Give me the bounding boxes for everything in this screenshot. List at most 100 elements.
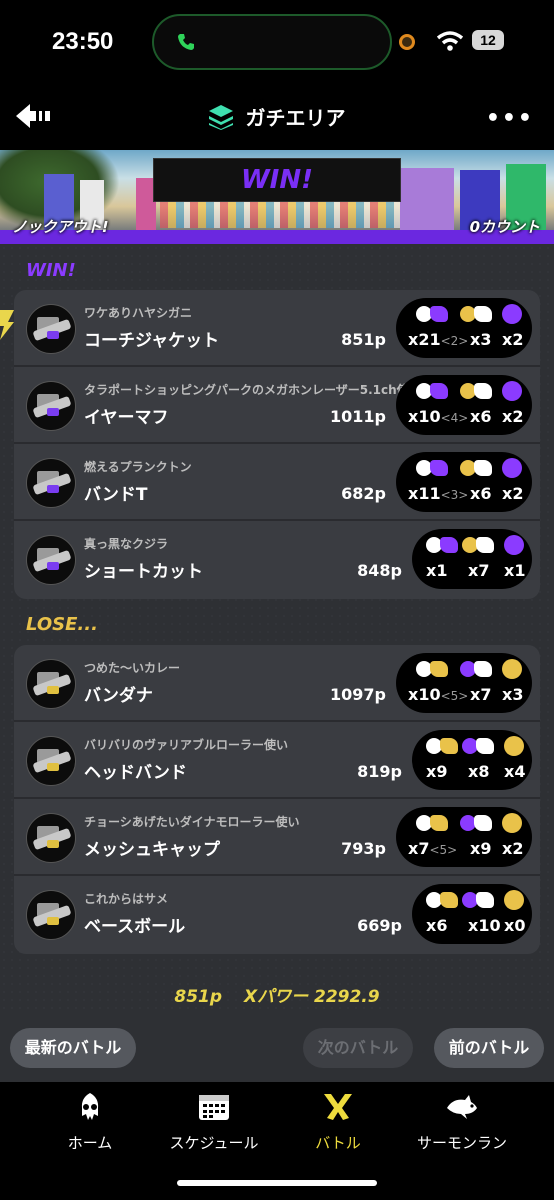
splat-icon	[426, 890, 460, 910]
player-name: イヤーマフ	[84, 408, 169, 428]
phone-icon	[178, 34, 194, 50]
death-icon	[462, 890, 496, 910]
result-text: WIN!	[241, 165, 313, 195]
x-power: Xパワー 2292.9	[243, 987, 380, 1007]
splat-zones-icon	[209, 104, 234, 130]
special-count: x4	[504, 762, 526, 781]
status-bar: 23:50 12	[0, 0, 554, 88]
special-icon	[494, 813, 528, 833]
lose-team-list: つめた〜いカレー バンダナ 1097p x10<5> x7 x3 バリバリのヴァ…	[14, 645, 540, 954]
tab-schedule[interactable]: スケジュール	[154, 1092, 274, 1153]
death-count: x6	[470, 407, 492, 426]
count-caption: 0カウント	[469, 218, 540, 236]
battery-indicator: 12	[472, 30, 504, 50]
tab-salmon-run[interactable]: サーモンラン	[402, 1092, 522, 1153]
result-box: WIN!	[153, 158, 401, 202]
player-row[interactable]: 真っ黒なクジラ ショートカット 848p x1 x7 x1	[14, 521, 540, 598]
calendar-icon	[199, 1095, 229, 1120]
win-team-list: ワケありハヤシガニ コーチジャケット 851p x21<2> x3 x2 タラポ…	[14, 290, 540, 599]
death-icon	[462, 736, 496, 756]
tab-label: スケジュール	[169, 1134, 259, 1152]
special-count: x2	[502, 484, 524, 503]
previous-battle-button[interactable]: 前のバトル	[434, 1028, 544, 1068]
self-marker-icon	[0, 310, 14, 340]
turf-points: 682p	[341, 484, 386, 503]
weapon-icon	[26, 535, 76, 585]
player-name: ショートカット	[84, 562, 203, 582]
player-title: 燃えるプランクトン	[84, 460, 192, 474]
player-stats: x9 x8 x4	[412, 730, 532, 790]
splat-icon	[416, 304, 450, 324]
special-icon	[496, 736, 530, 756]
assist-count: <5>	[429, 843, 458, 857]
death-count: x9	[470, 839, 492, 858]
dynamic-island[interactable]	[152, 14, 392, 70]
player-name: バンドT	[84, 485, 148, 505]
death-count: x8	[468, 762, 490, 781]
splat-icon	[416, 659, 450, 679]
weapon-icon	[26, 458, 76, 508]
death-icon	[460, 458, 494, 478]
player-row[interactable]: バリバリのヴァリアブルローラー使い ヘッドバンド 819p x9 x8 x4	[14, 722, 540, 799]
salmon-icon	[447, 1095, 477, 1119]
player-row[interactable]: つめた〜いカレー バンダナ 1097p x10<5> x7 x3	[14, 645, 540, 722]
player-row[interactable]: チョーシあげたいダイナモローラー使い メッシュキャップ 793p x7<5> x…	[14, 799, 540, 876]
player-row[interactable]: タラポートショッピングパークのメガホンレーザー5.1ch使い イヤーマフ 101…	[14, 367, 540, 444]
recording-indicator	[399, 34, 415, 50]
splat-icon	[416, 381, 450, 401]
player-title: チョーシあげたいダイナモローラー使い	[84, 815, 300, 829]
turf-points: 851p	[341, 330, 386, 349]
player-row[interactable]: これからはサメ ベースボール 669p x6 x10 x0	[14, 876, 540, 953]
player-row[interactable]: 燃えるプランクトン バンドT 682p x11<3> x6 x2	[14, 444, 540, 521]
special-icon	[494, 458, 528, 478]
battle-summary: 851p Xパワー 2292.9	[0, 982, 554, 1007]
squid-icon	[81, 1093, 99, 1120]
tab-label: サーモンラン	[416, 1134, 507, 1152]
assist-count: <2>	[440, 334, 469, 348]
weapon-icon	[26, 304, 76, 354]
more-options-button[interactable]: •••	[486, 106, 534, 131]
turf-points: 1011p	[330, 407, 386, 426]
splat-icon	[426, 736, 460, 756]
latest-battle-button[interactable]: 最新のバトル	[10, 1028, 136, 1068]
death-count: x7	[470, 685, 492, 704]
win-section-label: WIN!	[26, 260, 76, 281]
battle-result-banner: WIN! ノックアウト! 0カウント	[0, 150, 554, 244]
turf-points: 819p	[357, 762, 402, 781]
weapon-icon	[26, 381, 76, 431]
weapon-icon	[26, 736, 76, 786]
player-title: バリバリのヴァリアブルローラー使い	[84, 738, 289, 752]
tab-home[interactable]: ホーム	[30, 1092, 150, 1153]
kill-count: x10	[408, 407, 441, 426]
page-title: ガチエリア	[245, 106, 346, 130]
special-count: x2	[502, 330, 524, 349]
knockout-caption: ノックアウト!	[12, 218, 109, 236]
kill-count: x1	[426, 561, 448, 580]
wifi-icon	[437, 31, 463, 51]
death-count: x10	[468, 916, 501, 935]
turf-points: 793p	[341, 839, 386, 858]
splat-icon	[416, 813, 450, 833]
splat-icon	[426, 535, 460, 555]
special-count: x2	[502, 839, 524, 858]
weapon-icon	[26, 890, 76, 940]
battle-detail: WIN! ワケありハヤシガニ コーチジャケット 851p x21<2> x3 x…	[0, 244, 554, 1014]
turf-points: 1097p	[330, 685, 386, 704]
turf-points: 669p	[357, 916, 402, 935]
special-icon	[494, 304, 528, 324]
next-battle-button[interactable]: 次のバトル	[303, 1028, 413, 1068]
tab-label: ホーム	[67, 1134, 113, 1152]
player-stats: x11<3> x6 x2	[396, 452, 532, 512]
my-points: 851p	[174, 987, 223, 1007]
navigation-bar: ガチエリア •••	[0, 88, 554, 148]
player-name: バンダナ	[84, 686, 153, 706]
death-icon	[460, 813, 494, 833]
player-title: ワケありハヤシガニ	[84, 306, 193, 320]
player-row[interactable]: ワケありハヤシガニ コーチジャケット 851p x21<2> x3 x2	[14, 290, 540, 367]
tab-battle[interactable]: バトル	[278, 1092, 398, 1153]
special-count: x1	[504, 561, 526, 580]
assist-count: <3>	[440, 488, 469, 502]
kill-count: x9	[426, 762, 448, 781]
player-stats: x10<5> x7 x3	[396, 653, 532, 713]
player-stats: x7<5> x9 x2	[396, 807, 532, 867]
